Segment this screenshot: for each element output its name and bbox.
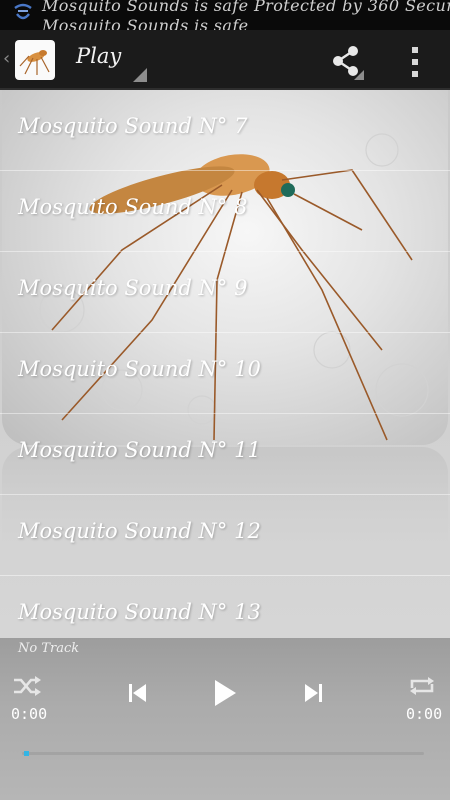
list-item[interactable]: Mosquito Sound N° 11 [0, 414, 450, 495]
list-item[interactable]: Mosquito Sound N° 8 [0, 171, 450, 252]
list-item-label: Mosquito Sound N° 13 [18, 600, 261, 624]
list-item-label: Mosquito Sound N° 7 [18, 114, 248, 138]
status-bar: Mosquito Sounds is safe Protected by 360… [0, 0, 450, 30]
shuffle-icon[interactable] [12, 675, 42, 697]
list-item[interactable]: Mosquito Sound N° 9 [0, 252, 450, 333]
list-item[interactable]: Mosquito Sound N° 13 [0, 576, 450, 638]
seek-bar[interactable] [22, 752, 424, 755]
action-bar: ‹ Play [0, 30, 450, 90]
skip-next-icon[interactable] [303, 682, 323, 704]
player-panel: No Track 0:00 0:00 [0, 638, 450, 800]
seek-bar-thumb[interactable] [24, 751, 29, 756]
list-item-label: Mosquito Sound N° 12 [18, 519, 261, 543]
list-item[interactable]: Mosquito Sound N° 10 [0, 333, 450, 414]
overflow-menu-icon[interactable] [400, 42, 430, 82]
notification-text: Mosquito Sounds is safe Protected by 360… [42, 0, 450, 15]
share-dropdown-indicator [354, 70, 364, 80]
elapsed-time: 0:00 [11, 705, 48, 723]
list-item[interactable]: Mosquito Sound N° 12 [0, 495, 450, 576]
list-item-label: Mosquito Sound N° 10 [18, 357, 261, 381]
page-title: Play [76, 44, 122, 68]
security-shield-icon [14, 3, 32, 20]
list-item-label: Mosquito Sound N° 9 [18, 276, 248, 300]
sound-list: Mosquito Sound N° 7 Mosquito Sound N° 8 … [0, 90, 450, 638]
sound-list-area[interactable]: Mosquito Sound N° 7 Mosquito Sound N° 8 … [0, 90, 450, 638]
title-dropdown-indicator [133, 68, 147, 82]
skip-previous-icon[interactable] [128, 682, 148, 704]
track-title: No Track [18, 641, 80, 656]
mosquito-app-icon[interactable] [15, 40, 55, 80]
duration-time: 0:00 [406, 705, 443, 723]
list-item-label: Mosquito Sound N° 11 [18, 438, 261, 462]
notification-text-secondary: Mosquito Sounds is safe [42, 16, 249, 30]
play-icon[interactable] [212, 679, 238, 707]
list-item[interactable]: Mosquito Sound N° 7 [0, 90, 450, 171]
list-item-label: Mosquito Sound N° 8 [18, 195, 248, 219]
repeat-icon[interactable] [408, 675, 436, 697]
back-caret-icon[interactable]: ‹ [3, 48, 10, 69]
